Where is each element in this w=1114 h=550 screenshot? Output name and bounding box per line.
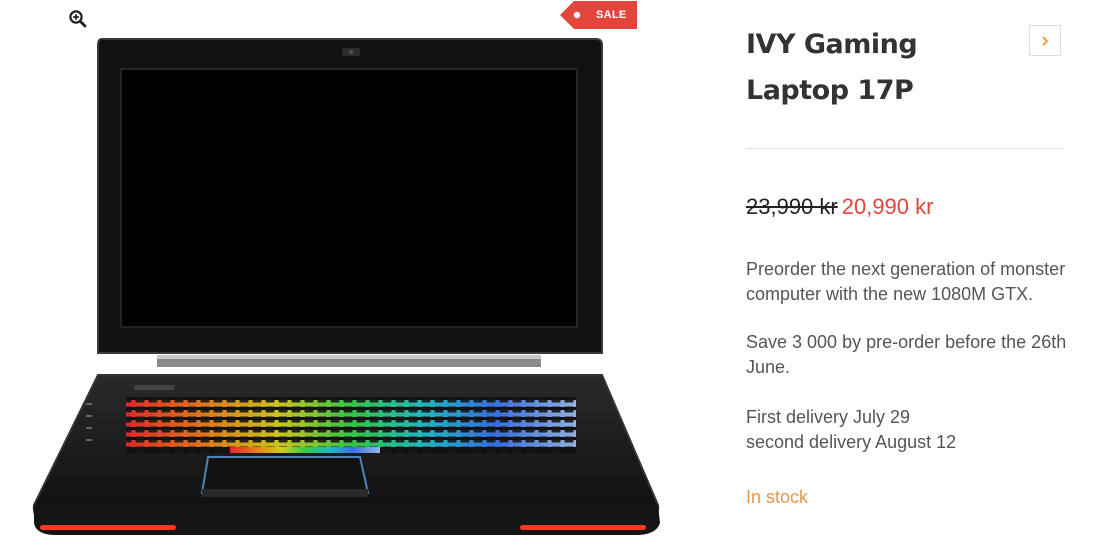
description-paragraph-3: First delivery July 29 second delivery A…: [746, 405, 1076, 454]
description-paragraph-2: Save 3 000 by pre-order before the 26th …: [746, 332, 1067, 377]
stock-status: In stock: [746, 487, 809, 507]
magnifier-plus-icon: [69, 10, 87, 28]
product-title: IVY Gaming Laptop 17P: [746, 29, 918, 106]
price-old: 23,990 kr: [746, 194, 838, 219]
delivery-line-2: second delivery August 12: [746, 431, 957, 452]
product-gallery: SALE: [0, 0, 700, 550]
delivery-line-1: First delivery July 29: [746, 407, 911, 427]
sale-badge-label: SALE: [596, 9, 627, 21]
price-new: 20,990 kr: [841, 194, 934, 219]
sale-badge: SALE: [560, 1, 637, 29]
zoom-button[interactable]: [67, 8, 89, 30]
price: 23,990 kr 20,990 kr: [746, 194, 933, 220]
product-summary: IVY Gaming Laptop 17P 23,990 kr 20,990 kr…: [746, 0, 1066, 550]
description-paragraph-1: Preorder the next generation of monster …: [746, 259, 1066, 304]
divider: [746, 148, 1064, 149]
product-image[interactable]: [30, 35, 662, 550]
